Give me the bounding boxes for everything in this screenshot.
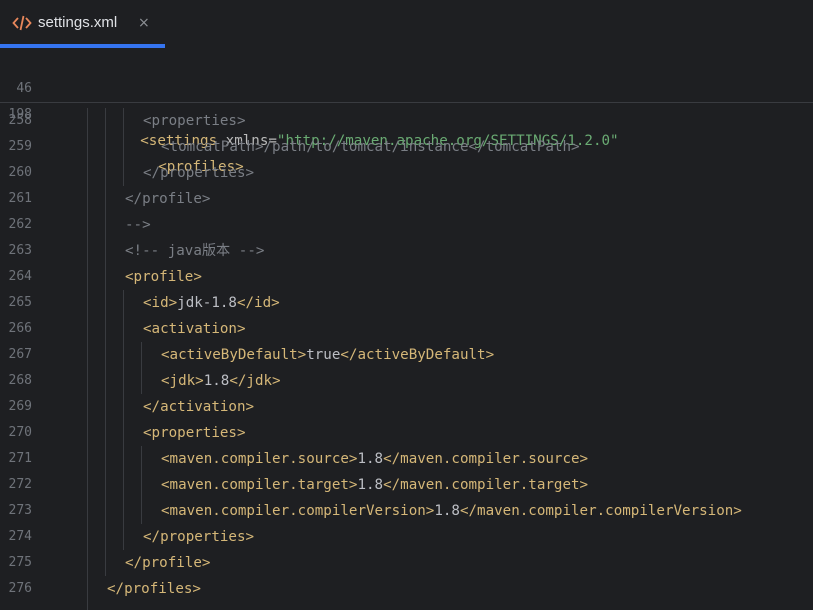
code-token: <activation> bbox=[143, 321, 246, 337]
code-token: </activeByDefault> bbox=[340, 347, 495, 363]
code-token: 1.8 bbox=[357, 451, 384, 467]
editor-tab-bar: settings.xml × bbox=[0, 0, 813, 48]
code-token: </properties> bbox=[143, 165, 255, 181]
code-line[interactable]: 273 <maven.compiler.compilerVersion>1.8</… bbox=[0, 498, 813, 524]
code-token: </maven.compiler.source> bbox=[383, 451, 589, 467]
line-number: 263 bbox=[8, 243, 32, 258]
line-number: 265 bbox=[8, 295, 32, 310]
xml-code-icon bbox=[12, 15, 32, 31]
code-token: <id> bbox=[143, 295, 178, 311]
code-line[interactable]: 271 <maven.compiler.source>1.8</maven.com… bbox=[0, 446, 813, 472]
line-number: 266 bbox=[8, 321, 32, 336]
line-number: 272 bbox=[8, 477, 32, 492]
line-number: 261 bbox=[8, 191, 32, 206]
sticky-line[interactable]: 198 <profiles> bbox=[0, 76, 813, 175]
line-number: 262 bbox=[8, 217, 32, 232]
code-token: 1.8 bbox=[434, 503, 460, 519]
line-number: 276 bbox=[8, 581, 32, 596]
line-number: 273 bbox=[8, 503, 32, 518]
code-line[interactable]: 263 <!-- java版本 --> bbox=[0, 238, 813, 264]
code-line[interactable]: 268 <jdk>1.8</jdk> bbox=[0, 368, 813, 394]
code-token: </maven.compiler.compilerVersion> bbox=[459, 503, 742, 519]
code-line[interactable]: 259 <tomcatPath>/path/to/tomcat/instance<… bbox=[0, 134, 813, 160]
line-number: 267 bbox=[8, 347, 32, 362]
code-token: 1.8 bbox=[357, 477, 384, 493]
code-line[interactable]: 275 </profile> bbox=[0, 550, 813, 576]
code-token: <jdk> bbox=[161, 373, 204, 389]
code-token: jdk-1.8 bbox=[177, 295, 237, 311]
code-token: <profile> bbox=[125, 269, 202, 285]
line-number: 271 bbox=[8, 451, 32, 466]
code-line[interactable]: 267 <activeByDefault>true</activeByDefaul… bbox=[0, 342, 813, 368]
code-token: --> bbox=[125, 217, 151, 233]
sticky-scroll-header: 46 <settings xmlns="http://maven.apache.… bbox=[0, 48, 813, 175]
code-line[interactable]: 270 <properties> bbox=[0, 420, 813, 446]
code-token: 1.8 bbox=[203, 373, 230, 389]
code-token: </profile> bbox=[125, 555, 211, 571]
code-line[interactable]: 274 </properties> bbox=[0, 524, 813, 550]
line-number: 264 bbox=[8, 269, 32, 284]
line-number: 258 bbox=[8, 113, 32, 128]
code-token: </maven.compiler.target> bbox=[383, 477, 589, 493]
code-token: </properties> bbox=[143, 529, 255, 545]
code-token: </jdk> bbox=[229, 373, 281, 389]
line-number: 269 bbox=[8, 399, 32, 414]
line-number: 274 bbox=[8, 529, 32, 544]
code-line[interactable]: 258 <properties> bbox=[0, 108, 813, 134]
code-line[interactable]: 262 --> bbox=[0, 212, 813, 238]
code-line[interactable]: 266 <activation> bbox=[0, 316, 813, 342]
code-token: </profile> bbox=[125, 191, 211, 207]
close-icon[interactable]: × bbox=[138, 13, 150, 33]
line-number: 270 bbox=[8, 425, 32, 440]
code-token: <properties> bbox=[143, 425, 246, 441]
tab-settings-xml[interactable]: settings.xml × bbox=[0, 0, 165, 48]
line-number: 275 bbox=[8, 555, 32, 570]
line-number: 268 bbox=[8, 373, 32, 388]
code-token: <maven.compiler.target> bbox=[161, 477, 358, 493]
code-line[interactable]: 265 <id>jdk-1.8</id> bbox=[0, 290, 813, 316]
code-token: true bbox=[306, 347, 341, 363]
tab-title: settings.xml bbox=[38, 14, 118, 31]
code-line[interactable]: 276 </profiles> bbox=[0, 576, 813, 602]
line-number: 259 bbox=[8, 139, 32, 154]
code-token: </profiles> bbox=[107, 581, 201, 597]
code-token: <tomcatPath>/path/to/tomcat/instance</to… bbox=[161, 139, 580, 155]
code-line[interactable]: 261 </profile> bbox=[0, 186, 813, 212]
code-line[interactable]: 269 </activation> bbox=[0, 394, 813, 420]
code-line[interactable]: 272 <maven.compiler.target>1.8</maven.com… bbox=[0, 472, 813, 498]
line-number: 260 bbox=[8, 165, 32, 180]
code-editor[interactable]: 258 <properties> 259 <tomcatPath>/path/to/t… bbox=[0, 108, 813, 610]
code-token: </activation> bbox=[143, 399, 255, 415]
code-line[interactable]: 264 <profile> bbox=[0, 264, 813, 290]
code-token: <properties> bbox=[143, 113, 246, 129]
code-token: <maven.compiler.compilerVersion> bbox=[161, 503, 435, 519]
code-token: <activeByDefault> bbox=[161, 347, 307, 363]
code-token: </id> bbox=[236, 295, 280, 311]
code-token: <maven.compiler.source> bbox=[161, 451, 358, 467]
code-token: <!-- java版本 --> bbox=[125, 243, 265, 259]
code-line[interactable]: 260 </properties> bbox=[0, 160, 813, 186]
sticky-line[interactable]: 46 <settings xmlns="http://maven.apache.… bbox=[0, 50, 813, 149]
